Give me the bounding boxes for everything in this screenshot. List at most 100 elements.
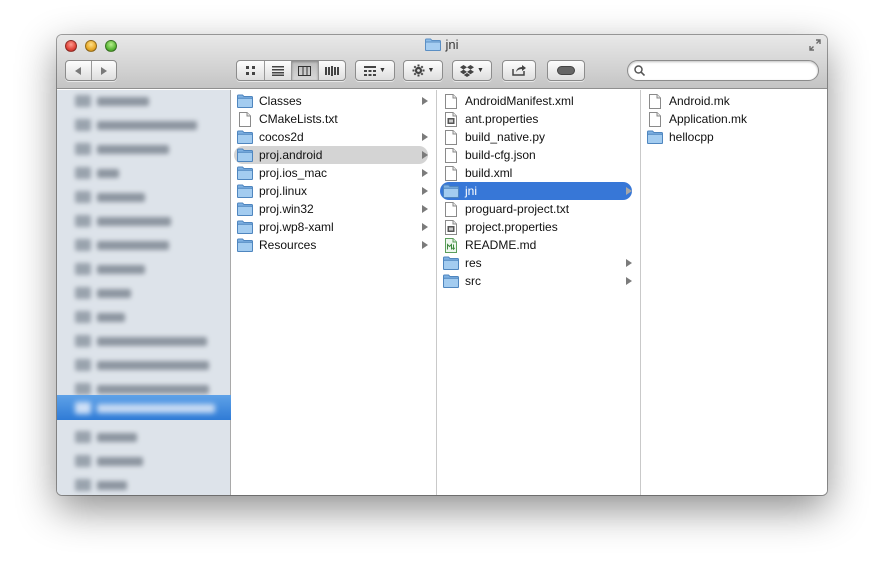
file-row[interactable]: CMakeLists.txt [234, 110, 428, 128]
file-row[interactable]: build-cfg.json [440, 146, 632, 164]
chevron-right-icon [422, 169, 428, 177]
file-row[interactable]: Application.mk [644, 110, 818, 128]
folder-row[interactable]: cocos2d [234, 128, 428, 146]
coverflow-view-icon [324, 65, 339, 76]
sidebar-item-blurred[interactable] [75, 118, 197, 132]
file-row[interactable]: build.xml [440, 164, 632, 182]
item-name: res [465, 256, 482, 270]
markdown-file-icon [443, 237, 459, 253]
sidebar-item-blurred[interactable] [75, 430, 137, 444]
dropbox-button[interactable]: ▼ [453, 61, 491, 80]
file-row[interactable]: Android.mk [644, 92, 818, 110]
sidebar-item-blurred[interactable] [75, 262, 145, 276]
window-title-text: jni [445, 37, 459, 52]
file-row[interactable]: README.md [440, 236, 632, 254]
sidebar-item-blurred[interactable] [75, 334, 207, 348]
folder-icon [425, 38, 442, 54]
item-name: cocos2d [259, 130, 304, 144]
sidebar-item-blurred[interactable] [75, 238, 169, 252]
folder-icon [237, 165, 253, 181]
sidebar-selected-item[interactable] [57, 395, 231, 420]
item-name: jni [465, 184, 478, 198]
list-view-icon [271, 65, 284, 76]
sidebar-item-blurred[interactable] [75, 401, 215, 415]
item-name: Resources [259, 238, 317, 252]
arrange-menu[interactable]: ▼ [355, 60, 395, 81]
action-menu[interactable]: ▼ [403, 60, 443, 81]
sidebar-item-blurred[interactable] [75, 94, 149, 108]
share-menu[interactable] [502, 60, 536, 81]
back-button[interactable] [66, 61, 91, 80]
share-button[interactable] [503, 61, 535, 80]
forward-button[interactable] [90, 61, 116, 80]
folder-row[interactable]: res [440, 254, 632, 272]
column-view-button[interactable] [290, 61, 318, 80]
sidebar-item-blurred[interactable] [75, 190, 145, 204]
forward-arrow-icon [100, 66, 107, 75]
folder-row[interactable]: src [440, 272, 632, 290]
document-icon [443, 93, 459, 109]
chevron-down-icon: ▼ [427, 67, 435, 74]
sidebar-item-blurred[interactable] [75, 286, 131, 300]
edit-tags-toggle[interactable] [547, 60, 585, 81]
tags-button[interactable] [548, 61, 584, 80]
column-view-icon [298, 65, 312, 76]
properties-file-icon [443, 111, 459, 127]
sidebar-item-blurred[interactable] [75, 382, 209, 396]
folder-row[interactable]: proj.linux [234, 182, 428, 200]
item-name: proj.wp8-xaml [259, 220, 334, 234]
item-name: proj.win32 [259, 202, 314, 216]
folder-row[interactable]: hellocpp [644, 128, 818, 146]
sidebar-item-blurred[interactable] [75, 166, 119, 180]
search-input[interactable] [650, 63, 810, 78]
arrange-button[interactable]: ▼ [356, 61, 394, 80]
folder-row[interactable]: proj.wp8-xaml [234, 218, 428, 236]
browser-column-1: Classes CMakeLists.txt cocos2d proj.android… [231, 90, 437, 495]
document-icon [443, 147, 459, 163]
folder-row[interactable]: proj.win32 [234, 200, 428, 218]
folder-icon [647, 129, 663, 145]
sidebar-item-blurred[interactable] [75, 454, 143, 468]
sidebar-item-blurred[interactable] [75, 358, 209, 372]
search-field[interactable] [627, 60, 819, 81]
item-name: Application.mk [669, 112, 748, 126]
folder-row[interactable]: proj.android [234, 146, 428, 164]
folder-row[interactable]: jni [440, 182, 632, 200]
action-button[interactable]: ▼ [404, 61, 442, 80]
file-row[interactable]: project.properties [440, 218, 632, 236]
share-icon [512, 65, 526, 76]
folder-row[interactable]: Classes [234, 92, 428, 110]
file-row[interactable]: ant.properties [440, 110, 632, 128]
properties-file-icon [443, 219, 459, 235]
file-row[interactable]: proguard-project.txt [440, 200, 632, 218]
sidebar-item-blurred[interactable] [75, 214, 171, 228]
document-icon [443, 165, 459, 181]
search-icon [634, 65, 645, 76]
folder-icon [237, 93, 253, 109]
document-icon [647, 93, 663, 109]
item-name: AndroidManifest.xml [465, 94, 574, 108]
sidebar-item-blurred[interactable] [75, 310, 125, 324]
list-view-button[interactable] [263, 61, 291, 80]
folder-row[interactable]: Resources [234, 236, 428, 254]
sidebar-item-blurred[interactable] [75, 142, 169, 156]
view-mode-control [236, 60, 346, 81]
item-name: proj.android [259, 148, 323, 162]
dropbox-icon [460, 64, 475, 77]
file-row[interactable]: AndroidManifest.xml [440, 92, 632, 110]
chevron-down-icon: ▼ [379, 67, 386, 74]
fullscreen-icon[interactable] [809, 39, 821, 51]
folder-row[interactable]: proj.ios_mac [234, 164, 428, 182]
browser-column-2: AndroidManifest.xml ant.properties build_n… [437, 90, 641, 495]
item-name: build-cfg.json [465, 148, 536, 162]
icon-view-button[interactable] [237, 61, 264, 80]
item-name: project.properties [465, 220, 558, 234]
file-row[interactable]: build_native.py [440, 128, 632, 146]
sidebar-item-blurred[interactable] [75, 478, 127, 492]
folder-icon [443, 273, 459, 289]
coverflow-view-button[interactable] [317, 61, 345, 80]
chevron-right-icon [626, 259, 632, 267]
window-title: jni [57, 37, 827, 55]
item-name: CMakeLists.txt [259, 112, 338, 126]
dropbox-menu[interactable]: ▼ [452, 60, 492, 81]
